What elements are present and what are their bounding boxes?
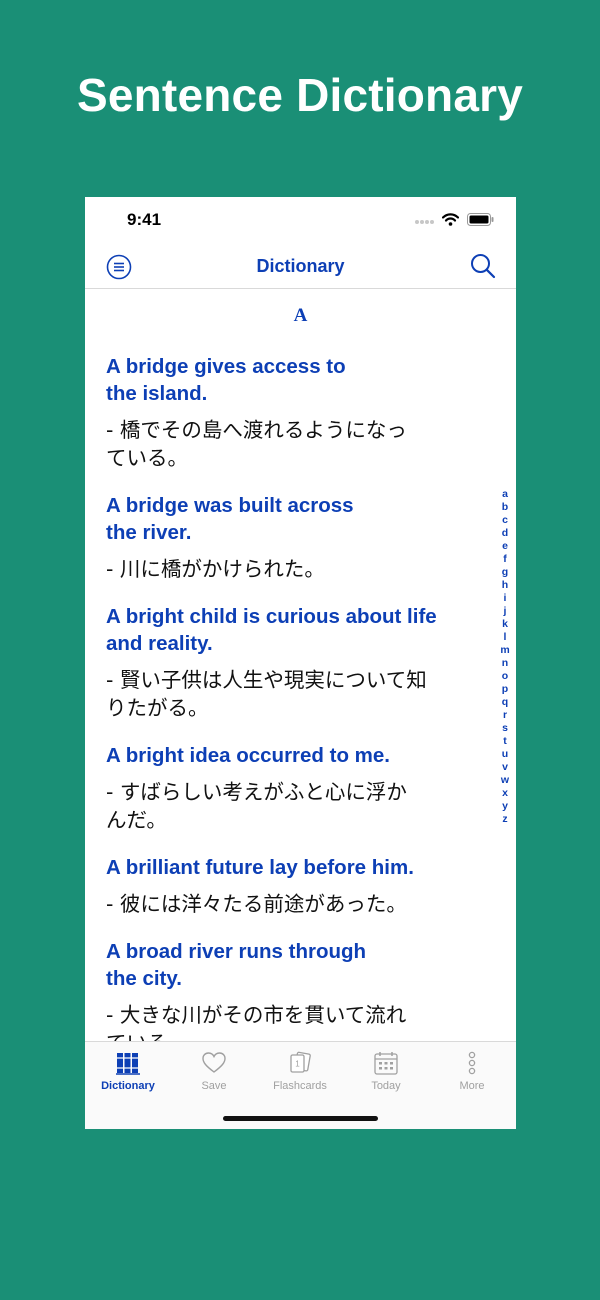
list-item[interactable]: A broad river runs through the city. - 大… xyxy=(85,938,516,1043)
index-letter[interactable]: p xyxy=(502,683,508,696)
heart-icon xyxy=(202,1052,226,1073)
tab-bar: Dictionary Save 1 Flashcards Today More xyxy=(85,1041,516,1129)
index-letter[interactable]: r xyxy=(503,709,507,722)
index-letter[interactable]: h xyxy=(502,579,508,592)
alphabet-index[interactable]: abcdefghijklmnopqrstuvwxyz xyxy=(498,488,512,826)
index-letter[interactable]: a xyxy=(502,488,508,501)
index-letter[interactable]: c xyxy=(502,514,508,527)
entry-english: A bridge was built across the river. xyxy=(106,494,354,544)
search-icon[interactable] xyxy=(470,253,496,279)
index-letter[interactable]: e xyxy=(502,540,508,553)
index-letter[interactable]: g xyxy=(502,566,508,579)
navigation-bar: Dictionary xyxy=(85,243,516,289)
list-item[interactable]: A bridge gives access to the island. - 橋… xyxy=(85,353,516,472)
index-letter[interactable]: q xyxy=(502,696,508,709)
status-icons xyxy=(414,213,494,226)
section-header: A xyxy=(293,305,308,326)
entry-japanese: - 大きな川がその市を貫いて流れ ている。 xyxy=(106,1003,407,1043)
index-letter[interactable]: d xyxy=(502,527,508,540)
calendar-icon xyxy=(374,1052,398,1075)
index-letter[interactable]: m xyxy=(500,644,509,657)
tab-label: Flashcards xyxy=(273,1080,327,1092)
books-icon xyxy=(116,1053,140,1075)
home-indicator xyxy=(223,1116,378,1121)
index-letter[interactable]: s xyxy=(502,722,508,735)
entry-japanese: - 橋でその島へ渡れるようになっ ている。 xyxy=(106,418,407,470)
status-bar: 9:41 xyxy=(85,197,516,243)
entry-japanese: - 彼には洋々たる前途があった。 xyxy=(106,892,407,916)
entry-english: A bright child is curious about life and… xyxy=(106,605,437,655)
index-letter[interactable]: i xyxy=(504,592,507,605)
promo-title: Sentence Dictionary xyxy=(76,69,524,121)
nav-title: Dictionary xyxy=(256,256,345,276)
svg-text:1: 1 xyxy=(295,1060,300,1069)
list-item[interactable]: A bridge was built across the river. - 川… xyxy=(85,492,516,583)
tab-dictionary[interactable]: Dictionary xyxy=(85,1050,171,1092)
tab-today[interactable]: Today xyxy=(343,1050,429,1092)
index-letter[interactable]: f xyxy=(503,553,507,566)
more-dots-icon xyxy=(468,1051,476,1075)
index-letter[interactable]: v xyxy=(502,761,508,774)
index-letter[interactable]: l xyxy=(504,631,507,644)
index-letter[interactable]: t xyxy=(503,735,507,748)
tab-flashcards[interactable]: 1 Flashcards xyxy=(257,1050,343,1092)
index-letter[interactable]: b xyxy=(502,501,508,514)
status-time: 9:41 xyxy=(127,210,162,229)
wifi-icon xyxy=(442,213,459,226)
index-letter[interactable]: k xyxy=(502,618,508,631)
tab-label: Today xyxy=(371,1080,401,1092)
list-item[interactable]: A bright child is curious about life and… xyxy=(85,603,516,722)
index-letter[interactable]: x xyxy=(502,787,508,800)
entry-english: A broad river runs through the city. xyxy=(106,940,367,990)
entry-japanese: - すばらしい考えがふと心に浮か んだ。 xyxy=(106,780,407,832)
tab-label: Save xyxy=(201,1080,227,1092)
index-letter[interactable]: y xyxy=(502,800,508,813)
battery-icon xyxy=(467,213,494,226)
index-letter[interactable]: n xyxy=(502,657,508,670)
entry-japanese: - 川に橋がかけられた。 xyxy=(106,557,325,581)
tab-label: Dictionary xyxy=(101,1080,155,1092)
list-item[interactable]: A brilliant future lay before him. - 彼には… xyxy=(85,854,516,918)
index-letter[interactable]: o xyxy=(502,670,508,683)
entry-english: A brilliant future lay before him. xyxy=(106,856,414,879)
index-letter[interactable]: u xyxy=(502,748,508,761)
tab-label: More xyxy=(459,1080,485,1092)
flashcards-icon: 1 xyxy=(290,1051,311,1073)
index-letter[interactable]: w xyxy=(501,774,509,787)
tab-more[interactable]: More xyxy=(429,1050,515,1092)
entry-list: A bridge gives access to the island. - 橋… xyxy=(85,353,516,1043)
phone-screen: 9:41 Dictionary A A bridge gives access … xyxy=(85,197,516,1129)
entry-japanese: - 賢い子供は人生や現実について知 りたがる。 xyxy=(106,668,427,720)
entry-english: A bright idea occurred to me. xyxy=(106,744,391,767)
list-item[interactable]: A bright idea occurred to me. - すばらしい考えが… xyxy=(85,742,516,834)
index-letter[interactable]: z xyxy=(502,813,507,826)
tab-save[interactable]: Save xyxy=(171,1050,257,1092)
entry-english: A bridge gives access to the island. xyxy=(106,355,346,405)
cellular-signal-icon xyxy=(415,219,434,224)
index-letter[interactable]: j xyxy=(504,605,507,618)
